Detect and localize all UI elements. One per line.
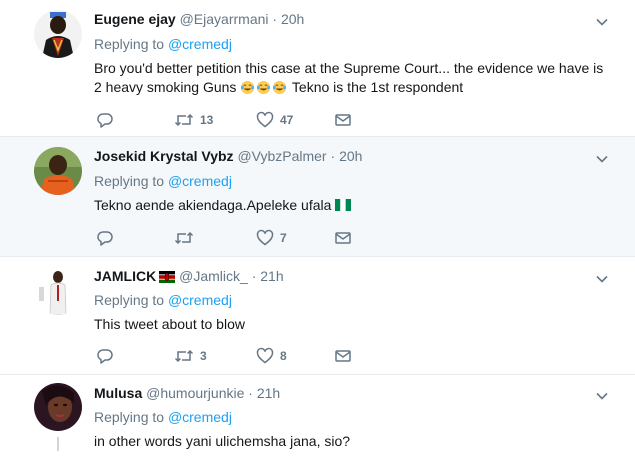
nigeria-flag-icon — [335, 199, 352, 211]
tweet-text: Bro you'd better petition this case at t… — [94, 59, 614, 97]
avatar[interactable] — [34, 10, 82, 58]
replying-to-label: Replying to — [94, 173, 165, 189]
tweet-text-part: Tekno aende akiendaga.Apeleke ufala — [94, 197, 336, 213]
reply-mention-link[interactable]: @cremedj — [168, 173, 232, 189]
reply-icon — [97, 349, 113, 364]
kenya-flag-icon — [159, 271, 176, 283]
display-name[interactable]: Eugene ejay — [94, 11, 176, 27]
user-handle[interactable]: @Ejayarrmani — [180, 11, 269, 27]
retweet-icon — [174, 231, 194, 245]
retweet-icon — [174, 349, 194, 363]
display-name[interactable]: Josekid Krystal Vybz — [94, 148, 234, 164]
separator-dot: · — [248, 385, 253, 401]
replying-to-label: Replying to — [94, 36, 165, 52]
like-count: 8 — [280, 349, 287, 363]
avatar-image — [34, 10, 82, 58]
reply-mention-link[interactable]: @cremedj — [168, 292, 232, 308]
chevron-down-icon[interactable] — [595, 152, 609, 166]
replying-to: Replying to @cremedj — [94, 292, 232, 308]
reply-mention-link[interactable]: @cremedj — [168, 409, 232, 425]
tweet-text: Tekno aende akiendaga.Apeleke ufala — [94, 196, 614, 215]
tweet-actions: 7 — [94, 228, 364, 248]
tweet-3[interactable]: JAMLICK @Jamlick_ · 21h Replying to @cre… — [0, 257, 635, 375]
retweet-button[interactable]: 3 — [174, 346, 207, 366]
reply-icon — [97, 231, 113, 246]
thread-line — [57, 437, 59, 451]
tweet-actions: 3 8 — [94, 346, 364, 366]
like-button[interactable]: 7 — [256, 228, 287, 248]
user-handle[interactable]: @Jamlick_ — [179, 268, 248, 284]
tweet-4[interactable]: Mulusa @humourjunkie · 21h Replying to @… — [0, 375, 635, 456]
envelope-icon — [335, 350, 351, 362]
retweet-count: 3 — [200, 349, 207, 363]
replying-to-label: Replying to — [94, 409, 165, 425]
reply-icon — [97, 113, 113, 128]
tweet-text-part: This tweet about to blow — [94, 316, 245, 332]
envelope-icon — [335, 232, 351, 244]
replying-to: Replying to @cremedj — [94, 173, 232, 189]
display-name[interactable]: JAMLICK — [94, 268, 156, 284]
tweet-2[interactable]: Josekid Krystal Vybz @VybzPalmer · 20h R… — [0, 137, 635, 257]
tweet-header: Eugene ejay @Ejayarrmani · 20h — [94, 11, 304, 27]
like-count: 47 — [280, 113, 294, 127]
reply-button[interactable] — [96, 346, 114, 366]
tears-of-joy-emoji-icon — [241, 80, 255, 95]
tweet-text: This tweet about to blow — [94, 315, 614, 334]
chevron-down-icon[interactable] — [595, 272, 609, 286]
separator-dot: · — [272, 11, 278, 27]
separator-dot: · — [251, 268, 257, 284]
chevron-down-icon[interactable] — [595, 389, 609, 403]
direct-message-button[interactable] — [334, 228, 352, 248]
tweet-header: Mulusa @humourjunkie · 21h — [94, 385, 280, 401]
avatar[interactable] — [34, 383, 82, 431]
tweet-header: JAMLICK @Jamlick_ · 21h — [94, 268, 284, 284]
reply-mention-link[interactable]: @cremedj — [168, 36, 232, 52]
tears-of-joy-emoji-icon — [257, 80, 271, 95]
user-handle[interactable]: @VybzPalmer — [237, 148, 326, 164]
replying-to: Replying to @cremedj — [94, 36, 232, 52]
avatar[interactable] — [34, 147, 82, 195]
separator-dot: · — [330, 148, 336, 164]
retweet-icon — [174, 113, 194, 127]
tweet-text-part: in other words yani ulichemsha jana, sio… — [94, 433, 351, 449]
tweet-text-part: Tekno is the 1st respondent — [288, 79, 464, 95]
like-button[interactable]: 8 — [256, 346, 287, 366]
timestamp[interactable]: 20h — [339, 148, 362, 164]
tweet-text: in other words yani ulichemsha jana, sio… — [94, 432, 614, 451]
like-count: 7 — [280, 231, 287, 245]
display-name[interactable]: Mulusa — [94, 385, 142, 401]
timestamp[interactable]: 21h — [260, 268, 283, 284]
tweet-1[interactable]: Eugene ejay @Ejayarrmani · 20h Replying … — [0, 0, 635, 137]
like-button[interactable]: 47 — [256, 110, 293, 130]
tweet-header: Josekid Krystal Vybz @VybzPalmer · 20h — [94, 148, 362, 164]
direct-message-button[interactable] — [334, 110, 352, 130]
avatar-image — [34, 383, 82, 431]
tweet-actions: 13 47 — [94, 110, 364, 130]
avatar-image — [34, 267, 82, 315]
timestamp[interactable]: 21h — [257, 385, 280, 401]
retweet-button[interactable]: 13 — [174, 110, 213, 130]
timestamp[interactable]: 20h — [281, 11, 304, 27]
reply-button[interactable] — [96, 228, 114, 248]
retweet-count: 13 — [200, 113, 214, 127]
tears-of-joy-emoji-icon — [273, 80, 287, 95]
heart-icon — [256, 111, 274, 128]
replying-to: Replying to @cremedj — [94, 409, 232, 425]
reply-button[interactable] — [96, 110, 114, 130]
heart-icon — [256, 229, 274, 246]
replying-to-label: Replying to — [94, 292, 165, 308]
retweet-button[interactable] — [174, 228, 200, 248]
avatar[interactable] — [34, 267, 82, 315]
chevron-down-icon[interactable] — [595, 15, 609, 29]
user-handle[interactable]: @humourjunkie — [146, 385, 244, 401]
envelope-icon — [335, 114, 351, 126]
avatar-image — [34, 147, 82, 195]
heart-icon — [256, 347, 274, 364]
direct-message-button[interactable] — [334, 346, 352, 366]
